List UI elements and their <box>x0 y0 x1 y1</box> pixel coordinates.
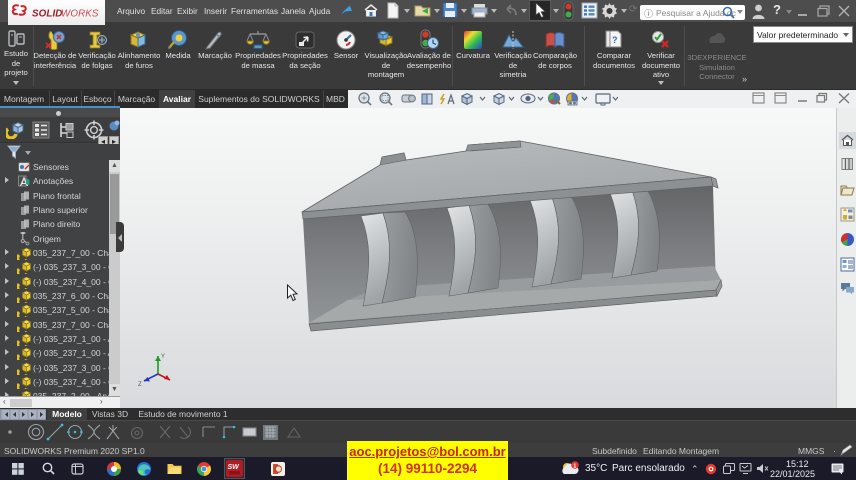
svg-text:?: ? <box>612 35 618 45</box>
svg-text:WORKS: WORKS <box>61 9 99 20</box>
svg-text:Z: Z <box>138 382 142 388</box>
svg-text:Y: Y <box>161 354 165 360</box>
svg-text:SOLID: SOLID <box>32 9 62 20</box>
svg-text:1: 1 <box>573 463 576 469</box>
svg-text:SW: SW <box>228 464 241 471</box>
